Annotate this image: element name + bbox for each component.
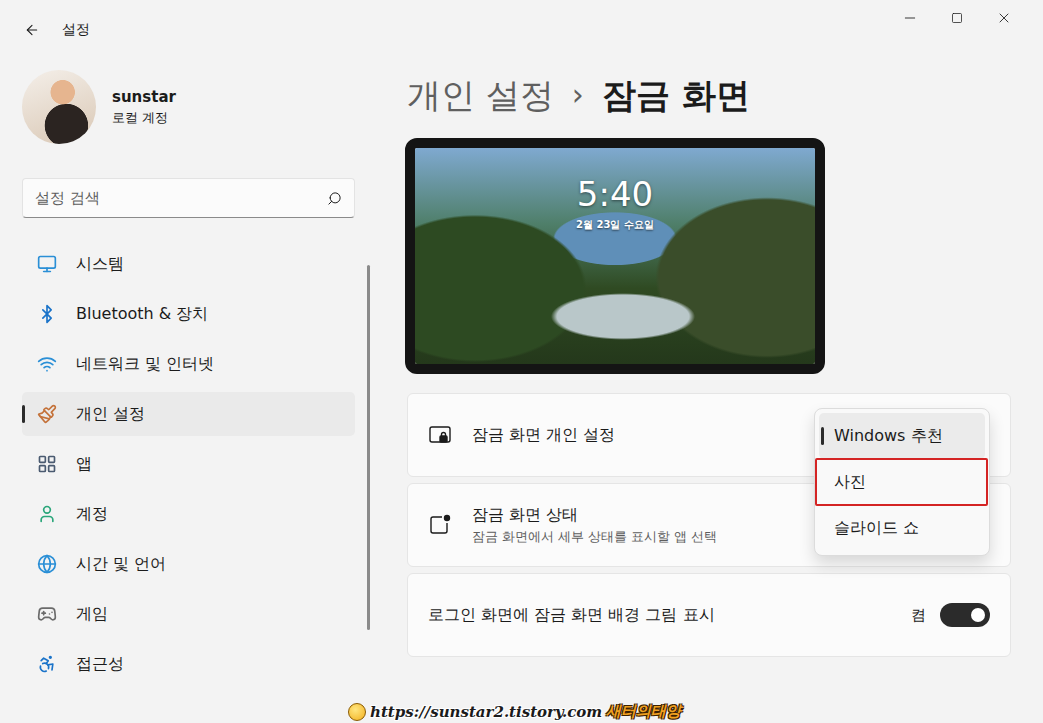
sidebar-item[interactable]: 게임 [22,592,355,636]
sidebar-label: 앱 [76,454,92,475]
sidebar-item[interactable]: 계정 [22,492,355,536]
search-placeholder: 설정 검색 [35,189,319,208]
window-controls [886,0,1027,60]
watermark-face-icon [348,703,366,721]
breadcrumb-parent[interactable]: 개인 설정 [407,73,554,117]
selection-indicator [22,405,25,423]
breadcrumb-current: 잠금 화면 [602,73,750,117]
close-button[interactable] [980,0,1027,60]
profile[interactable]: sunstar 로컬 계정 [22,70,355,144]
dropdown-option[interactable]: Windows 추천 [819,413,985,459]
profile-text: sunstar 로컬 계정 [112,88,176,127]
minimize-button[interactable] [886,0,933,60]
watermark: https://sunstar2.tistory.com새터의태양 [348,702,681,721]
content: sunstar 로컬 계정설정 검색시스템 Bluetooth & 장치네트워크 및… [0,60,1043,723]
sidebar-label: 접근성 [76,654,124,675]
selection-indicator [821,427,824,445]
setting-text: 로그인 화면에 잠금 화면 배경 그림 표시 [428,605,891,626]
toggle-switch[interactable] [940,603,990,627]
bluetooth-icon [37,304,57,324]
toggle-knob [971,608,985,622]
sidebar-label: 시스템 [76,254,124,275]
account-icon [37,504,57,524]
search-icon [327,191,342,206]
sidebar-label: Bluetooth & 장치 [76,304,208,325]
back-arrow-icon [24,22,40,38]
scrollbar[interactable] [367,265,370,630]
sidebar-item[interactable]: Bluetooth & 장치 [22,292,355,336]
profile-name: sunstar [112,88,176,106]
avatar [22,70,96,144]
sidebar-label: 네트워크 및 인터넷 [76,354,214,375]
watermark-name: 새터의태양 [606,702,681,721]
sidebar-item[interactable]: 접근성 [22,642,355,686]
sidebar-item[interactable]: 시간 및 언어 [22,542,355,586]
preview-date: 2월 23일 수요일 [576,218,654,232]
annotation-box [815,458,988,506]
back-button[interactable] [6,12,58,48]
close-icon [996,10,1012,26]
title-bar: 설정 [0,0,1043,60]
time-language-icon [37,554,57,574]
sidebar-label: 개인 설정 [76,404,145,425]
setting-card: 잠금 화면 개인 설정Windows 추천사진슬라이드 쇼 [407,393,1011,477]
watermark-url: https://sunstar2.tistory.com [370,703,602,721]
setting-title: 로그인 화면에 잠금 화면 배경 그림 표시 [428,605,891,626]
sidebar-item[interactable]: 시스템 [22,242,355,286]
nav-list: 시스템 Bluetooth & 장치네트워크 및 인터넷개인 설정앱계정시간 및 … [22,242,355,686]
maximize-icon [951,12,963,24]
profile-account: 로컬 계정 [112,109,176,127]
toggle-label: 켬 [911,606,926,625]
sidebar-item[interactable]: 개인 설정 [22,392,355,436]
system-icon [37,254,57,274]
window-title: 설정 [62,21,886,39]
breadcrumb: 개인 설정 › 잠금 화면 [407,73,1011,117]
search-box[interactable]: 설정 검색 [22,178,355,218]
toggle-group: 켬 [911,603,990,627]
maximize-button[interactable] [933,0,980,60]
lock-screen-preview: 5:40 2월 23일 수요일 [405,138,825,374]
sidebar-label: 게임 [76,604,108,625]
settings-window: 설정 sunstar 로컬 계정설정 검색시스템 Bluetooth & 장치네트워크… [0,0,1043,723]
accessibility-icon [37,654,57,674]
apps-icon [37,454,57,474]
lock-screen-icon [428,423,452,447]
sidebar-item[interactable]: 네트워크 및 인터넷 [22,342,355,386]
status-icon [428,513,452,537]
dropdown-menu[interactable]: Windows 추천사진슬라이드 쇼 [814,408,990,556]
breadcrumb-separator: › [572,73,584,117]
setting-card: 로그인 화면에 잠금 화면 배경 그림 표시 켬 [407,573,1011,657]
dropdown-option[interactable]: 사진 [819,459,985,505]
sidebar-label: 시간 및 언어 [76,554,166,575]
sidebar-label: 계정 [76,504,108,525]
preview-time: 5:40 [577,174,653,214]
dropdown-option[interactable]: 슬라이드 쇼 [819,505,985,551]
preview-image: 5:40 2월 23일 수요일 [415,148,815,364]
sidebar-item[interactable]: 앱 [22,442,355,486]
minimize-icon [902,10,918,26]
gaming-icon [37,604,57,624]
network-icon [37,354,57,374]
sidebar: sunstar 로컬 계정설정 검색시스템 Bluetooth & 장치네트워크 및… [0,60,370,723]
brush-icon [37,404,57,424]
settings-list: 잠금 화면 개인 설정Windows 추천사진슬라이드 쇼잠금 화면 상태잠금 … [407,393,1011,657]
main-panel: 개인 설정 › 잠금 화면 5:40 2월 23일 수요일잠금 화면 개인 설정Wind… [370,60,1043,723]
